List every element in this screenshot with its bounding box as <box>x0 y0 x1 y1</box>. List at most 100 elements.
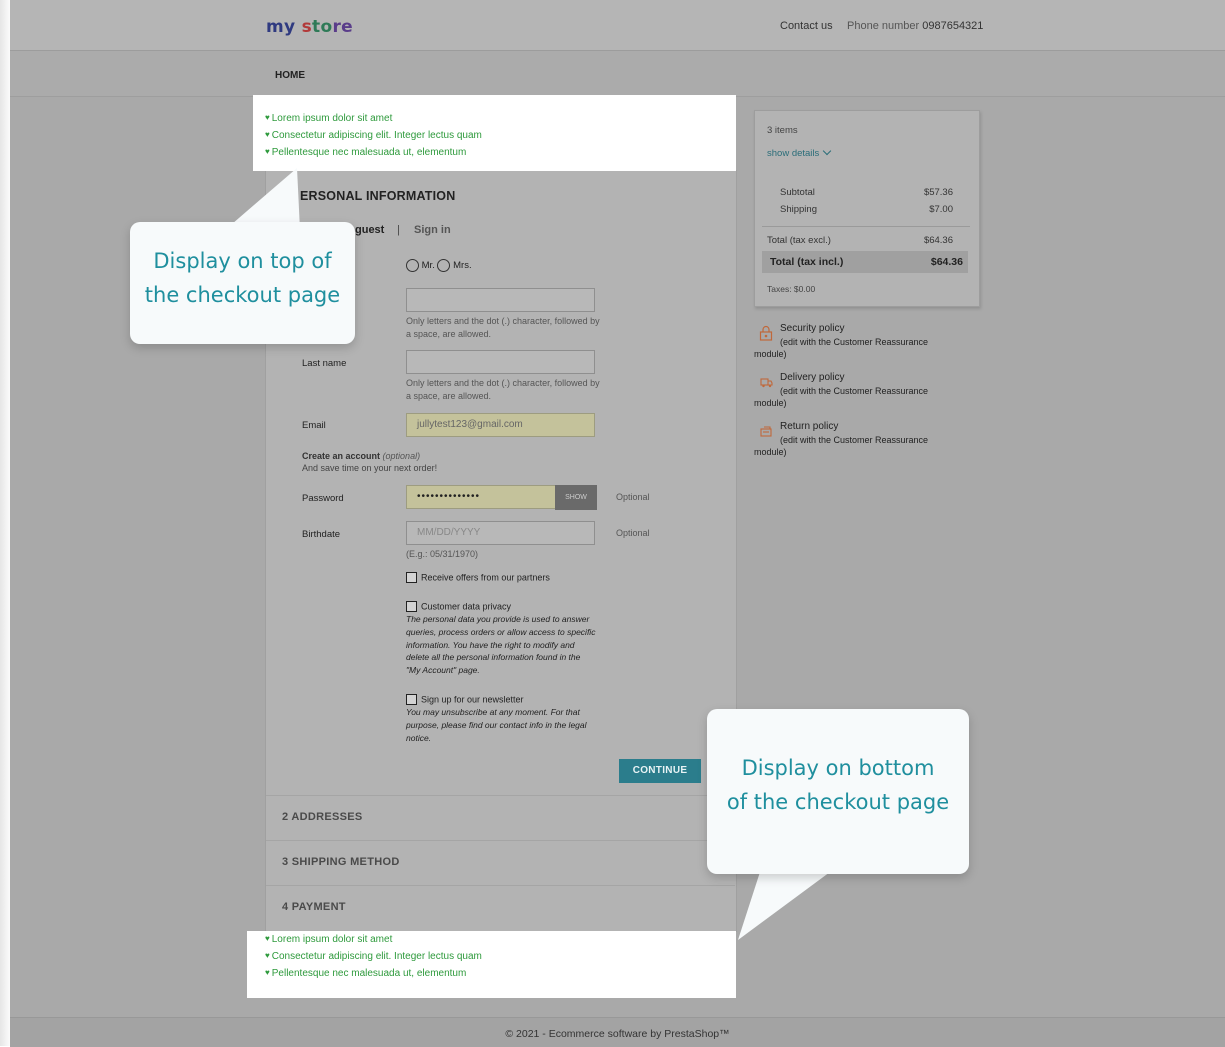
logo-part: re <box>332 17 353 37</box>
reassurance-title: Return policy <box>780 421 839 432</box>
radio-mr[interactable] <box>406 259 419 272</box>
email-label: Email <box>302 420 326 431</box>
create-account-optional: (optional) <box>382 451 421 461</box>
return-icon <box>760 426 772 437</box>
store-logo[interactable]: my store <box>266 17 353 37</box>
newsletter-checkbox[interactable] <box>406 694 417 706</box>
privacy-checkbox[interactable] <box>406 601 417 613</box>
password-optional: Optional <box>616 492 650 502</box>
custom-text-line-text: Pellentesque nec malesuada ut, elementum <box>271 147 467 158</box>
callout-top-line: Display on top of <box>153 249 332 273</box>
custom-text-top-line: ♥ Lorem ipsum dolor sit amet <box>265 113 392 124</box>
tab-order-as-guest[interactable]: guest <box>355 224 384 236</box>
custom-text-line-text: Lorem ipsum dolor sit amet <box>271 934 393 945</box>
reassurance-title: Security policy <box>780 323 845 334</box>
shipping-value: $7.00 <box>929 204 953 215</box>
show-details-label: show details <box>767 148 820 159</box>
phone-label: Phone number <box>847 20 920 32</box>
callout-top: Display on top of the checkout page <box>130 222 355 344</box>
heart-icon: ♥ <box>265 951 270 960</box>
contact-us-link[interactable]: Contact us <box>780 20 833 32</box>
heart-icon: ♥ <box>265 113 270 122</box>
privacy-text: The personal data you provide is used to… <box>406 614 596 676</box>
step-shipping-title: 3 SHIPPING METHOD <box>282 856 400 868</box>
reassurance-module: module) <box>754 349 787 359</box>
offers-checkbox[interactable] <box>406 572 417 584</box>
callout-bottom-line: Display on bottom <box>741 756 935 780</box>
privacy-checkbox-row[interactable]: Customer data privacy <box>406 601 512 613</box>
reassurance-delivery: Delivery policy (edit with the Customer … <box>754 372 974 410</box>
custom-text-top-line: ♥ Consectetur adipiscing elit. Integer le… <box>265 130 482 141</box>
step-addresses[interactable]: 2 ADDRESSES <box>266 795 735 840</box>
newsletter-label: Sign up for our newsletter <box>421 694 524 705</box>
subtotal-value: $57.36 <box>923 187 953 198</box>
offers-checkbox-row[interactable]: Receive offers from our partners <box>406 572 550 584</box>
total-excl-label: Total (tax excl.) <box>767 235 831 246</box>
custom-text-bottom-line: ♥ Consectetur adipiscing elit. Integer le… <box>265 951 482 962</box>
password-input[interactable]: •••••••••••••• <box>406 485 556 509</box>
footer: © 2021 - Ecommerce software by PrestaSho… <box>10 1017 1225 1047</box>
step-shipping-method[interactable]: 3 SHIPPING METHOD <box>266 840 735 885</box>
cart-item-count: 3 items <box>767 125 798 136</box>
step-addresses-title: 2 ADDRESSES <box>282 811 363 823</box>
reassurance-return: Return policy (edit with the Customer Re… <box>754 421 974 459</box>
main-nav: HOME <box>10 51 1225 97</box>
last-name-hint: Only letters and the dot (.) character, … <box>406 378 600 401</box>
heart-icon: ♥ <box>265 934 270 943</box>
continue-button[interactable]: CONTINUE <box>619 759 701 783</box>
radio-mrs[interactable] <box>437 259 451 272</box>
show-details-link[interactable]: show details <box>767 146 832 159</box>
heart-icon: ♥ <box>265 130 270 139</box>
radio-mr-label: Mr. <box>421 260 435 271</box>
create-account-subtext: And save time on your next order! <box>302 463 438 473</box>
subtotal-label: Subtotal <box>780 187 815 198</box>
total-incl-value: $64.36 <box>930 256 963 268</box>
reassurance-module: module) <box>754 398 787 408</box>
create-account-label: Create an account <box>302 451 381 461</box>
reassurance-module: module) <box>754 447 787 457</box>
custom-text-top-line: ♥ Pellentesque nec malesuada ut, elementu… <box>265 147 466 158</box>
truck-icon <box>760 378 773 388</box>
tab-separator: | <box>397 224 400 236</box>
last-name-input[interactable] <box>406 350 595 374</box>
birthdate-input[interactable]: MM/DD/YYYY <box>406 521 595 545</box>
divider <box>762 226 970 227</box>
custom-text-line-text: Lorem ipsum dolor sit amet <box>271 113 393 124</box>
last-name-label: Last name <box>302 358 347 369</box>
reassurance-subtitle: (edit with the Customer Reassurance <box>780 434 929 445</box>
heart-icon: ♥ <box>265 147 270 156</box>
privacy-label: Customer data privacy <box>421 601 512 612</box>
phone-info: Phone number 0987654321 <box>847 20 983 32</box>
step-title-personal-information: ERSONAL INFORMATION <box>300 189 456 203</box>
callout-top-line: the checkout page <box>144 283 341 307</box>
password-label: Password <box>302 493 344 504</box>
birthdate-label: Birthdate <box>302 529 341 540</box>
reassurance-title: Delivery policy <box>780 372 845 383</box>
radio-mrs-label: Mrs. <box>453 260 472 271</box>
show-password-button[interactable]: SHOW <box>555 485 597 510</box>
first-name-hint: Only letters and the dot (.) character, … <box>406 316 600 339</box>
tab-sign-in[interactable]: Sign in <box>414 224 451 236</box>
taxes-line: Taxes: $0.00 <box>767 284 816 294</box>
reassurance-subtitle: (edit with the Customer Reassurance <box>780 385 929 396</box>
heart-icon: ♥ <box>265 968 270 977</box>
custom-text-line-text: Pellentesque nec malesuada ut, elementum <box>271 968 467 979</box>
custom-text-bottom-line: ♥ Pellentesque nec malesuada ut, elementu… <box>265 968 466 979</box>
footer-copyright: © 2021 - Ecommerce software by PrestaSho… <box>505 1028 730 1040</box>
header-bar <box>10 0 1225 51</box>
birthdate-optional: Optional <box>616 528 650 538</box>
nav-home-link[interactable]: HOME <box>275 70 305 81</box>
email-input[interactable]: jullytest123@gmail.com <box>406 413 595 437</box>
total-incl-label: Total (tax incl.) <box>770 256 844 268</box>
step-payment-title: 4 PAYMENT <box>282 901 346 913</box>
phone-value: 0987654321 <box>922 20 984 32</box>
first-name-input[interactable] <box>406 288 595 312</box>
lock-icon <box>759 325 773 341</box>
create-account-title: Create an account (optional) <box>302 451 420 461</box>
social-title-group: Mr. Mrs. <box>406 259 472 272</box>
step-payment[interactable]: 4 PAYMENT <box>266 885 735 930</box>
custom-text-line-text: Consectetur adipiscing elit. Integer lec… <box>271 951 482 962</box>
custom-text-bottom-line: ♥ Lorem ipsum dolor sit amet <box>265 934 392 945</box>
newsletter-checkbox-row[interactable]: Sign up for our newsletter <box>406 694 524 706</box>
newsletter-text: You may unsubscribe at any moment. For t… <box>406 707 587 743</box>
